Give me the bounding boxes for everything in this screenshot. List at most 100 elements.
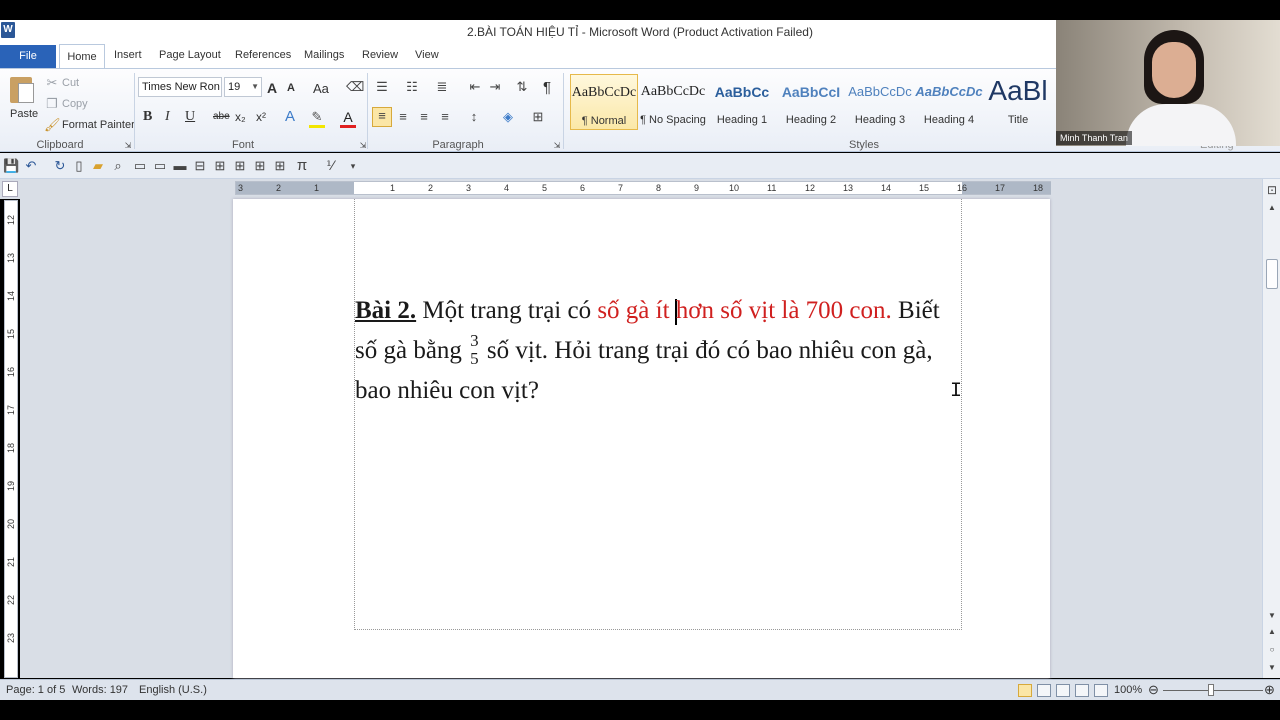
ruler-number: 3 <box>238 183 244 193</box>
change-case-button[interactable]: Aa <box>313 81 329 96</box>
show-marks-button[interactable]: ¶ <box>543 79 551 96</box>
previous-page-icon[interactable]: ▲ <box>1263 627 1280 636</box>
tab-review[interactable]: Review <box>362 49 398 61</box>
table-icon[interactable]: ▭ <box>152 158 168 174</box>
clipboard-launcher-icon[interactable]: ⇲ <box>120 138 136 154</box>
tab-mailings[interactable]: Mailings <box>304 49 344 61</box>
style-title[interactable]: AaBl Title <box>984 74 1052 130</box>
highlight-icon[interactable]: ✎ <box>309 109 325 125</box>
align-center-icon[interactable]: ≡ <box>395 109 411 125</box>
print-preview-icon[interactable]: ⌕ <box>110 158 126 174</box>
scroll-up-icon[interactable]: ▲ <box>1263 203 1280 212</box>
strikethrough-button[interactable]: abe <box>213 111 230 122</box>
justify-icon[interactable]: ≡ <box>437 109 453 125</box>
bold-button[interactable]: B <box>143 109 152 125</box>
full-screen-reading-icon[interactable] <box>1037 684 1051 697</box>
browse-object-icon[interactable]: ○ <box>1263 645 1280 654</box>
italic-button[interactable]: I <box>165 109 170 125</box>
font-color-icon[interactable]: A <box>340 109 356 125</box>
vertical-scrollbar[interactable]: ⊡ ▲ ▼ ▲ ○ ▼ <box>1262 179 1280 678</box>
document-body[interactable]: Bài 2. Một trang trại có số gà ít hơn số… <box>355 291 955 411</box>
page-count[interactable]: Page: 1 of 5 <box>6 684 65 696</box>
zoom-level[interactable]: 100% <box>1114 684 1142 696</box>
vertical-ruler[interactable]: 12 13 14 15 16 17 18 19 20 21 22 23 <box>4 200 18 678</box>
copy-button[interactable]: Copy <box>62 98 88 110</box>
table-icon[interactable]: ▬ <box>172 158 188 174</box>
redo-icon[interactable]: ↻ <box>52 158 68 174</box>
undo-icon[interactable]: ↶ <box>23 158 39 174</box>
sort-icon[interactable]: ⇅ <box>514 79 530 95</box>
open-folder-icon[interactable]: ▰ <box>90 158 106 174</box>
style-no-spacing[interactable]: AaBbCcDc ¶ No Spacing <box>639 74 707 130</box>
customize-toolbar-icon[interactable]: ▾ <box>345 158 361 174</box>
paste-button[interactable]: Paste <box>10 108 38 120</box>
style-heading-1[interactable]: AaBbCc Heading 1 <box>708 74 776 130</box>
cut-button[interactable]: Cut <box>62 77 79 89</box>
underline-button[interactable]: U <box>185 109 195 125</box>
highlighted-text: hơn số vịt là 700 con. <box>675 297 892 324</box>
draft-view-icon[interactable] <box>1094 684 1108 697</box>
line-spacing-icon[interactable]: ↕ <box>466 109 482 125</box>
clear-formatting-icon[interactable]: ⌫ <box>346 79 364 95</box>
scroll-down-icon[interactable]: ▼ <box>1263 611 1280 620</box>
zoom-in-icon[interactable]: ⊕ <box>1264 682 1275 698</box>
table-grid-icon[interactable]: ⊞ <box>232 158 248 174</box>
web-layout-icon[interactable] <box>1056 684 1070 697</box>
text-effects-icon[interactable]: A <box>282 109 298 125</box>
numbering-icon[interactable]: ☷ <box>404 79 420 95</box>
new-document-icon[interactable]: ▯ <box>71 158 87 174</box>
style-sample: AaBbCc <box>714 84 770 100</box>
style-heading-4[interactable]: AaBbCcDc Heading 4 <box>915 74 983 130</box>
table-grid-icon[interactable]: ⊞ <box>272 158 288 174</box>
print-layout-view-icon[interactable] <box>1018 684 1032 697</box>
shading-icon[interactable]: ◈ <box>500 109 516 125</box>
scroll-thumb[interactable] <box>1266 259 1278 289</box>
borders-icon[interactable]: ⊞ <box>530 109 546 125</box>
font-launcher-icon[interactable]: ⇲ <box>355 138 371 154</box>
shrink-font-button[interactable]: A <box>287 82 295 94</box>
ruler-number: 13 <box>843 183 854 193</box>
horizontal-ruler[interactable]: 3 2 1 1 2 3 4 5 6 7 8 9 10 11 12 13 14 1… <box>235 181 1051 195</box>
word-count[interactable]: Words: 197 <box>72 684 128 696</box>
table-icon[interactable]: ⊟ <box>192 158 208 174</box>
equation-icon[interactable]: π <box>294 158 310 174</box>
language-indicator[interactable]: English (U.S.) <box>139 684 207 696</box>
multilevel-list-icon[interactable]: ≣ <box>434 79 450 95</box>
save-icon[interactable]: 💾 <box>3 158 19 174</box>
fraction-icon[interactable]: ⅟ <box>322 158 338 174</box>
subscript-button[interactable]: x₂ <box>235 110 246 124</box>
tab-view[interactable]: View <box>415 49 439 61</box>
font-size-box[interactable]: 19 ▼ <box>224 77 262 97</box>
style-heading-3[interactable]: AaBbCcDc Heading 3 <box>846 74 914 130</box>
exercise-heading: Bài 2. <box>355 297 417 324</box>
outline-view-icon[interactable] <box>1075 684 1089 697</box>
decrease-indent-icon[interactable]: ⇤ <box>467 79 483 95</box>
grow-font-button[interactable]: A <box>267 80 277 96</box>
ruler-toggle-icon[interactable]: ⊡ <box>1263 183 1280 197</box>
style-heading-2[interactable]: AaBbCcI Heading 2 <box>777 74 845 130</box>
table-grid-icon[interactable]: ⊞ <box>252 158 268 174</box>
style-normal[interactable]: AaBbCcDc ¶ Normal <box>570 74 638 130</box>
align-right-icon[interactable]: ≡ <box>416 109 432 125</box>
bullets-icon[interactable]: ☰ <box>374 79 390 95</box>
next-page-icon[interactable]: ▼ <box>1263 663 1280 672</box>
tab-references[interactable]: References <box>235 49 291 61</box>
table-icon[interactable]: ▭ <box>132 158 148 174</box>
document-page[interactable]: Bài 2. Một trang trại có số gà ít hơn số… <box>233 199 1050 678</box>
format-painter-button[interactable]: Format Painter <box>62 119 135 131</box>
ruler-number: 8 <box>656 183 662 193</box>
tab-home[interactable]: Home <box>59 44 105 69</box>
zoom-out-icon[interactable]: ⊖ <box>1148 682 1159 698</box>
screen: W 2.BÀI TOÁN HIỆU TỈ - Microsoft Word (P… <box>0 0 1280 720</box>
tab-insert[interactable]: Insert <box>114 49 142 61</box>
tab-file[interactable]: File <box>0 45 56 68</box>
zoom-slider-thumb[interactable] <box>1208 684 1214 696</box>
tab-selector-icon[interactable]: L <box>2 181 18 197</box>
font-name-box[interactable]: Times New Ron <box>138 77 222 97</box>
table-grid-icon[interactable]: ⊞ <box>212 158 228 174</box>
tab-page-layout[interactable]: Page Layout <box>159 49 221 61</box>
increase-indent-icon[interactable]: ⇥ <box>487 79 503 95</box>
superscript-button[interactable]: x² <box>256 110 266 124</box>
align-left-icon[interactable]: ≡ <box>372 107 392 127</box>
paste-icon[interactable] <box>8 73 36 105</box>
